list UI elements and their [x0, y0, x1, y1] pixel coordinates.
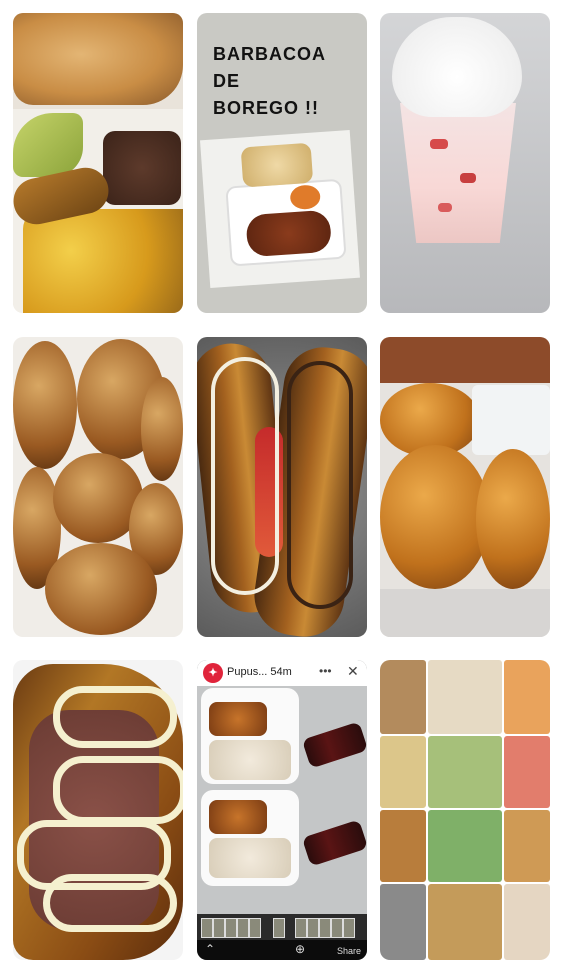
barbacoa-headline: BARBACOA DE BOREGO !!: [213, 41, 363, 122]
headline-line-3: BOREGO !!: [213, 98, 319, 118]
fritter: [13, 341, 77, 469]
beans-image: [103, 131, 181, 205]
empanada: [380, 445, 490, 589]
bread-image: [13, 13, 183, 105]
barbacoa-photo: [200, 129, 360, 289]
thumbnail[interactable]: [319, 918, 331, 938]
collage-cell: [428, 810, 502, 882]
add-icon[interactable]: ⊕: [295, 942, 305, 956]
thumbnail[interactable]: [225, 918, 237, 938]
rice-image: [209, 740, 291, 780]
photo-tile-empanadas[interactable]: [380, 337, 550, 637]
headline-line-2: DE: [213, 71, 241, 91]
close-icon[interactable]: ✕: [347, 663, 359, 680]
rice-image: [209, 838, 291, 878]
photo-tile-story[interactable]: ✦ Pupus... 54m ••• ✕ ⌃ ⊕ Share: [197, 660, 367, 960]
cream-swirl: [43, 874, 177, 932]
jar-image: [472, 385, 550, 455]
collage-cell: [380, 736, 426, 808]
top-bar: [380, 337, 550, 383]
chevron-up-icon[interactable]: ⌃: [205, 942, 215, 956]
collage-cell: [380, 810, 426, 882]
eggs-image: [23, 209, 183, 313]
chocolate-drizzle: [287, 361, 353, 609]
thumbnail[interactable]: [273, 918, 285, 938]
empanada: [476, 449, 550, 589]
stew-image: [209, 800, 267, 834]
photo-tile-fritters[interactable]: [13, 337, 183, 637]
thumbnail[interactable]: [213, 918, 225, 938]
stew-image: [245, 209, 333, 258]
thumbnail[interactable]: [201, 918, 213, 938]
story-account-name[interactable]: Pupus... 54m: [227, 666, 292, 678]
thumbnail[interactable]: [331, 918, 343, 938]
bottom-band: [380, 589, 550, 637]
thumbnail[interactable]: [237, 918, 249, 938]
thumbnail[interactable]: [295, 918, 307, 938]
collage-cell: [428, 884, 502, 960]
fritter: [141, 377, 183, 481]
collage-cell: [504, 884, 550, 960]
photo-tile-barbacoa[interactable]: BARBACOA DE BOREGO !!: [197, 13, 367, 313]
story-time: 54m: [270, 666, 292, 678]
collage-cell: [504, 810, 550, 882]
collage-cell: [428, 736, 502, 808]
whipped-cream-image: [392, 17, 522, 117]
fruit-piece: [460, 173, 476, 183]
share-button[interactable]: Share: [337, 946, 361, 956]
cream-drizzle: [211, 357, 279, 595]
photo-tile-plantains[interactable]: [197, 337, 367, 637]
cup-image: [400, 103, 516, 243]
stew-image: [209, 702, 267, 736]
cream-swirl: [53, 686, 177, 748]
photo-tile-dessert[interactable]: [380, 13, 550, 313]
thumbnail[interactable]: [249, 918, 261, 938]
collage-cell: [380, 660, 426, 734]
thumbnail[interactable]: [343, 918, 355, 938]
thumbnail[interactable]: [307, 918, 319, 938]
fritter: [45, 543, 157, 635]
fruit-piece: [438, 203, 452, 212]
more-icon[interactable]: •••: [319, 664, 332, 678]
avatar[interactable]: ✦: [203, 663, 223, 683]
fruit-piece: [430, 139, 448, 149]
headline-line-1: BARBACOA: [213, 44, 326, 64]
collage-cell: [428, 660, 502, 734]
account-name: Pupus...: [227, 666, 268, 678]
photo-grid: BARBACOA DE BOREGO !! ✦ Pupus... 54m •••…: [0, 0, 563, 960]
photo-tile-collage[interactable]: [380, 660, 550, 960]
photo-tile-plantain-cream[interactable]: [13, 660, 183, 960]
cream-swirl: [53, 756, 183, 824]
tortilla-image: [240, 142, 314, 188]
collage-cell: [504, 660, 550, 734]
photo-tile-plate[interactable]: [13, 13, 183, 313]
collage-cell: [380, 884, 426, 960]
story-header: ✦ Pupus... 54m ••• ✕: [197, 660, 367, 686]
collage-cell: [504, 736, 550, 808]
